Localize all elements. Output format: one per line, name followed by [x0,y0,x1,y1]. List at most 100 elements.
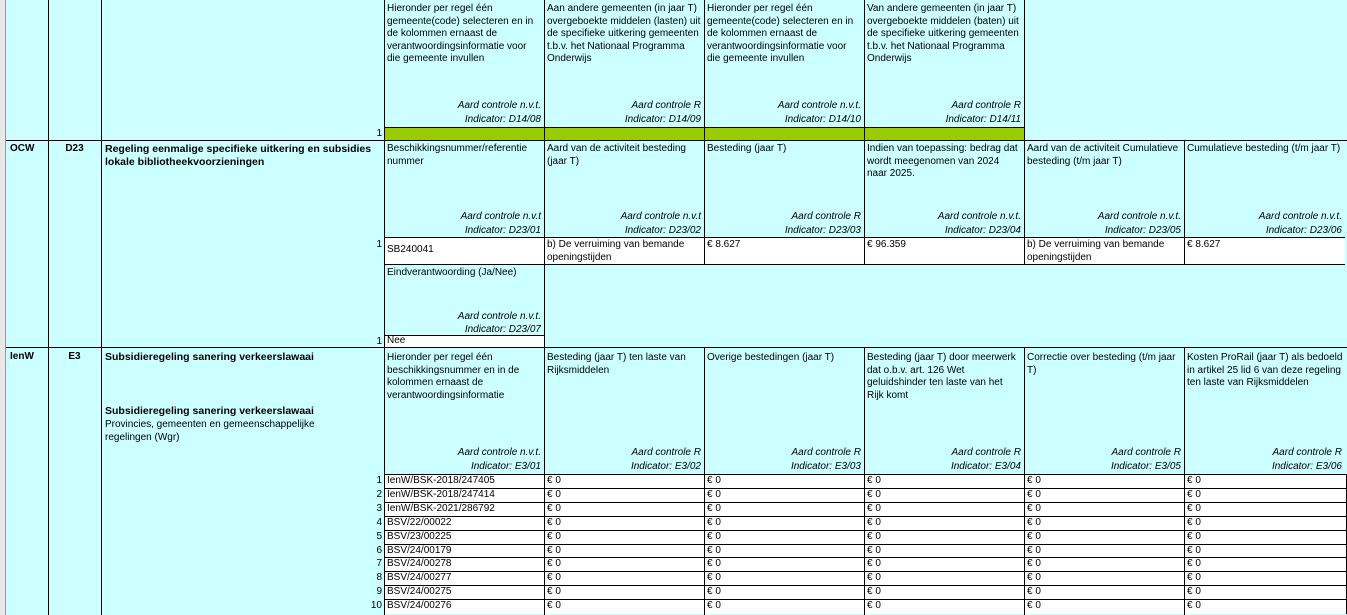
e3-reference-cell[interactable]: BSV/24/00275 [385,585,545,600]
e3-amount-cell[interactable]: € 0 [545,516,705,531]
d14-col-2-aard: Aard controle R [631,100,701,111]
e3-amount-cell[interactable]: € 0 [545,502,705,517]
regulation-subtitle: Subsidieregeling sanering verkeerslawaai [105,405,314,417]
d23-value-3[interactable]: € 8.627 [705,238,864,253]
regulation-code: D23 [65,143,84,154]
e3-amount-cell[interactable]: € 0 [1025,599,1185,614]
e3-amount-cell[interactable]: € 0 [1185,530,1347,545]
e3-amount-cell[interactable]: € 0 [865,488,1025,503]
e3-amount-cell[interactable]: € 0 [705,488,865,503]
e3-amount-cell[interactable]: € 0 [1025,585,1185,600]
e3-amount-cell[interactable]: € 0 [705,571,865,586]
d23-col-1-header: Beschikkingsnummer/referentie nummer [387,143,528,167]
e3-amount-cell[interactable]: € 0 [865,599,1025,614]
e3-reference-cell[interactable]: BSV/24/00278 [385,557,545,572]
d23-value-1[interactable]: SB240041 [385,243,544,258]
e3-amount-cell[interactable]: € 0 [1185,557,1347,572]
d23-col-6-aard: Aard controle n.v.t. [1258,211,1342,222]
e3-amount-cell[interactable]: € 0 [1185,488,1347,503]
e3-amount-cell[interactable]: € 0 [1185,502,1347,517]
grid-line [704,127,705,140]
e3-col-5-aard: Aard controle R [1111,447,1181,458]
e3-amount-cell[interactable]: € 0 [865,557,1025,572]
d23-col-2-indicator: Indicator: D23/02 [624,225,701,236]
e3-col-1-header: Hieronder per regel één beschikkingsnumm… [387,352,520,401]
d14-col-2-indicator: Indicator: D14/09 [624,114,701,125]
e3-amount-cell[interactable]: € 0 [1025,571,1185,586]
e3-reference-cell[interactable]: IenW/BSK-2018/247405 [385,474,545,489]
e3-amount-cell[interactable]: € 0 [865,474,1025,489]
e3-amount-cell[interactable]: € 0 [705,585,865,600]
e3-reference-cell[interactable]: BSV/24/00276 [385,599,545,614]
e3-amount-cell[interactable]: € 0 [865,530,1025,545]
d23-value-6[interactable]: € 8.627 [1185,238,1345,253]
e3-col-4-header: Besteding (jaar T) door meerwerk dat o.b… [867,352,1016,401]
e3-reference-cell[interactable]: BSV/22/00022 [385,516,545,531]
e3-amount-cell[interactable]: € 0 [545,474,705,489]
e3-amount-cell[interactable]: € 0 [705,530,865,545]
grid-line [1024,237,1025,265]
d14-col-4-indicator: Indicator: D14/11 [945,114,1021,125]
e3-amount-cell[interactable]: € 0 [1185,516,1347,531]
e3-amount-cell[interactable]: € 0 [705,502,865,517]
d23-value-5[interactable]: b) De verruiming van bemande openingstij… [1025,238,1184,264]
e3-amount-cell[interactable]: € 0 [1025,474,1185,489]
d14-col-4-aard: Aard controle R [951,100,1021,111]
section-divider [6,140,1347,141]
e3-amount-cell[interactable]: € 0 [1185,571,1347,586]
grid-line [1184,237,1185,265]
d23-value-4[interactable]: € 96.359 [865,238,1024,253]
e3-reference-cell[interactable]: IenW/BSK-2018/247414 [385,488,545,503]
e3-amount-cell[interactable]: € 0 [545,571,705,586]
row-number: 1 [376,128,382,139]
e3-col-2-aard: Aard controle R [631,447,701,458]
e3-amount-cell[interactable]: € 0 [705,557,865,572]
e3-amount-cell[interactable]: € 0 [705,599,865,614]
e3-amount-cell[interactable]: € 0 [1025,502,1185,517]
e3-col-2-header: Besteding (jaar T) ten laste van Rijksmi… [547,352,686,376]
e3-amount-cell[interactable]: € 0 [545,488,705,503]
d23-col-4-aard: Aard controle n.v.t. [937,211,1021,222]
e3-amount-cell[interactable]: € 0 [705,474,865,489]
d14-col-1-aard: Aard controle n.v.t. [457,100,541,111]
d23-col-1-aard: Aard controle n.v.t [460,211,541,222]
e3-amount-cell[interactable]: € 0 [545,585,705,600]
e3-col-3-header: Overige bestedingen (jaar T) [707,352,835,363]
d23-col-4-header: Indien van toepassing: bedrag dat wordt … [867,143,1018,179]
d23-extra-aard: Aard controle n.v.t. [457,311,541,322]
e3-amount-cell[interactable]: € 0 [545,557,705,572]
row-number: 9 [376,586,382,597]
grid-line [864,127,865,140]
e3-amount-cell[interactable]: € 0 [1185,474,1347,489]
e3-amount-cell[interactable]: € 0 [865,516,1025,531]
e3-col-6-indicator: Indicator: E3/06 [1271,461,1342,472]
regulation-title: Regeling eenmalige specifieke uitkering … [105,143,372,168]
e3-amount-cell[interactable]: € 0 [1025,557,1185,572]
e3-col-6-header: Kosten ProRail (jaar T) als bedoeld in a… [1187,352,1343,388]
e3-amount-cell[interactable]: € 0 [705,516,865,531]
d14-col-1-header: Hieronder per regel één gemeente(code) s… [387,3,534,64]
e3-amount-cell[interactable]: € 0 [865,585,1025,600]
e3-reference-cell[interactable]: BSV/23/00225 [385,530,545,545]
e3-amount-cell[interactable]: € 0 [1185,599,1347,614]
e3-amount-cell[interactable]: € 0 [1025,516,1185,531]
d23-col-2-aard: Aard controle n.v.t [620,211,701,222]
e3-amount-cell[interactable]: € 0 [545,599,705,614]
grid-line [544,265,545,347]
e3-amount-cell[interactable]: € 0 [1025,530,1185,545]
row-number: 10 [370,600,382,611]
e3-amount-cell[interactable]: € 0 [865,571,1025,586]
row-number: 1 [376,475,382,486]
d23-col-2-header: Aard van de activiteit besteding (jaar T… [547,143,686,167]
regulation-description: Provincies, gemeenten en gemeenschappeli… [105,419,315,443]
e3-reference-cell[interactable]: BSV/24/00277 [385,571,545,586]
d23-value-2[interactable]: b) De verruiming van bemande openingstij… [545,238,704,264]
e3-reference-cell[interactable]: IenW/BSK-2021/286792 [385,502,545,517]
e3-amount-cell[interactable]: € 0 [865,502,1025,517]
e3-amount-cell[interactable]: € 0 [1185,585,1347,600]
section-divider [6,347,1347,348]
grid-line [101,0,102,615]
row-number: 8 [376,572,382,583]
e3-amount-cell[interactable]: € 0 [1025,488,1185,503]
e3-amount-cell[interactable]: € 0 [545,530,705,545]
